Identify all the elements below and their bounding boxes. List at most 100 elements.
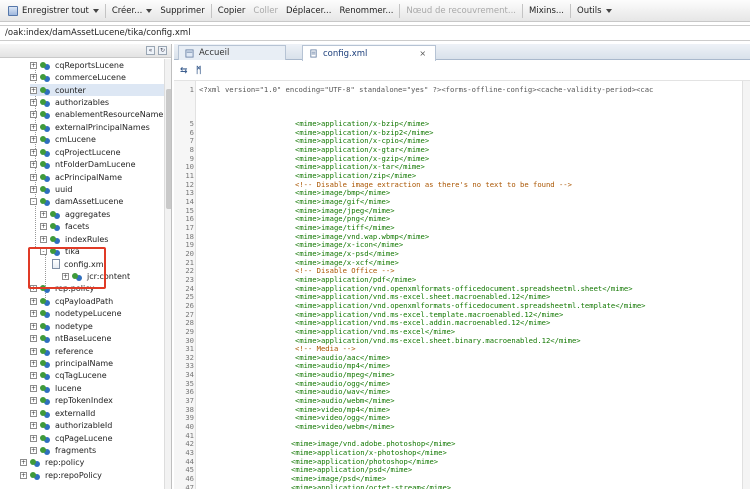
tree-node[interactable]: - damAssetLucene bbox=[30, 196, 123, 208]
tab-config-xml[interactable]: config.xml × bbox=[302, 45, 436, 61]
node-icon bbox=[40, 347, 51, 356]
editor-toolbar: ⇆ ᛗ bbox=[174, 61, 750, 81]
tree-node[interactable]: + uuid bbox=[30, 183, 72, 195]
collapse-icon[interactable]: - bbox=[30, 198, 37, 206]
tree-node[interactable]: + ntBaseLucene bbox=[30, 332, 111, 344]
expand-icon[interactable]: + bbox=[40, 235, 47, 243]
expand-icon[interactable]: + bbox=[30, 98, 37, 106]
collapse-tree-icon[interactable]: « bbox=[146, 46, 155, 55]
code-editor[interactable]: 1 <?xml version="1.0" encoding="UTF-8" st… bbox=[174, 81, 750, 489]
tree-node[interactable]: + cqProjectLucene bbox=[30, 146, 121, 158]
tree-node[interactable]: + acPrincipalName bbox=[30, 171, 122, 183]
expand-icon[interactable]: + bbox=[20, 459, 27, 467]
tree-node-label: repTokenIndex bbox=[55, 396, 113, 406]
expand-icon[interactable]: + bbox=[30, 136, 37, 144]
tree-node-label: cqProjectLucene bbox=[55, 147, 121, 157]
tree-node[interactable]: + cqPayloadPath bbox=[30, 295, 113, 307]
tree-node[interactable]: + lucene bbox=[30, 382, 82, 394]
tree-node[interactable]: + rep:policy bbox=[20, 457, 84, 469]
rename-button[interactable]: Renommer... bbox=[335, 2, 397, 20]
tree-scroll-thumb[interactable] bbox=[166, 89, 171, 209]
expand-icon[interactable]: + bbox=[30, 123, 37, 131]
expand-icon[interactable]: + bbox=[30, 384, 37, 392]
node-icon bbox=[40, 135, 51, 144]
expand-icon[interactable]: + bbox=[30, 434, 37, 442]
save-all-button[interactable]: Enregistrer tout bbox=[4, 2, 103, 20]
tree-node[interactable]: + fragments bbox=[30, 444, 96, 456]
node-icon bbox=[40, 61, 51, 70]
tree-node[interactable]: + ntFolderDamLucene bbox=[30, 158, 135, 170]
node-icon bbox=[40, 409, 51, 418]
close-icon[interactable]: × bbox=[419, 49, 426, 58]
copy-button[interactable]: Copier bbox=[214, 2, 250, 20]
tree-node-label: rep:policy bbox=[45, 458, 85, 468]
tree-node[interactable]: + externalId bbox=[30, 407, 95, 419]
tree-node[interactable]: + nodetype bbox=[30, 320, 93, 332]
expand-icon[interactable]: + bbox=[40, 223, 47, 231]
expand-icon[interactable]: + bbox=[30, 447, 37, 455]
line-number: 18 bbox=[185, 231, 194, 241]
tree-node[interactable]: + authorizables bbox=[30, 96, 109, 108]
expand-icon[interactable]: + bbox=[30, 185, 37, 193]
tree-node[interactable]: + facets bbox=[40, 221, 89, 233]
tree-node[interactable]: + repTokenIndex bbox=[30, 395, 113, 407]
tree-node[interactable]: + aggregates bbox=[40, 208, 110, 220]
expand-icon[interactable]: + bbox=[30, 372, 37, 380]
expand-icon[interactable]: + bbox=[30, 297, 37, 305]
editor-scrollbar[interactable] bbox=[742, 81, 750, 489]
delete-button[interactable]: Supprimer bbox=[156, 2, 208, 20]
tree-node[interactable]: + cmLucene bbox=[30, 134, 96, 146]
code-line: <!-- Disable image extraction as there's… bbox=[295, 179, 572, 189]
expand-icon[interactable]: + bbox=[30, 335, 37, 343]
expand-icon[interactable]: + bbox=[30, 397, 37, 405]
overlay-node-button[interactable]: Nœud de recouvrement... bbox=[402, 2, 520, 20]
code-line: <mime>application/vnd.ms-excel</mime> bbox=[295, 326, 456, 336]
find-icon[interactable]: ᛗ bbox=[196, 66, 206, 76]
expand-icon[interactable]: + bbox=[30, 61, 37, 69]
mixins-button[interactable]: Mixins... bbox=[525, 2, 568, 20]
expand-icon[interactable]: + bbox=[30, 86, 37, 94]
toggle-line-numbers-icon[interactable]: ⇆ bbox=[180, 66, 190, 76]
expand-icon[interactable]: + bbox=[20, 471, 27, 479]
tab-home[interactable]: Accueil bbox=[178, 45, 286, 60]
expand-icon[interactable]: + bbox=[30, 347, 37, 355]
expand-icon[interactable]: + bbox=[30, 409, 37, 417]
tree-node-label: aggregates bbox=[65, 209, 111, 219]
main-toolbar: Enregistrer tout Créer... Supprimer Copi… bbox=[0, 0, 750, 22]
refresh-tree-icon[interactable]: ↻ bbox=[158, 46, 167, 55]
tree-node[interactable]: + cqReportsLucene bbox=[30, 59, 124, 71]
expand-icon[interactable]: + bbox=[30, 173, 37, 181]
expand-icon[interactable]: + bbox=[30, 322, 37, 330]
code-line: <mime>application/x-cpio</mime> bbox=[295, 136, 430, 146]
tree-node[interactable]: + indexRules bbox=[40, 233, 108, 245]
node-icon bbox=[40, 359, 51, 368]
path-field[interactable]: /oak:index/damAssetLucene/tika/config.xm… bbox=[0, 25, 750, 41]
tree-node[interactable]: + reference bbox=[30, 345, 93, 357]
paste-button[interactable]: Coller bbox=[249, 2, 282, 20]
tree-node[interactable]: + commerceLucene bbox=[30, 71, 126, 83]
tree-node[interactable]: + externalPrincipalNames bbox=[30, 121, 150, 133]
tree-node[interactable]: + cqTagLucene bbox=[30, 370, 107, 382]
create-button[interactable]: Créer... bbox=[108, 2, 157, 20]
tree-node[interactable]: + nodetypeLucene bbox=[30, 308, 122, 320]
tree-node[interactable]: + rep:repoPolicy bbox=[20, 469, 102, 481]
tree-node[interactable]: + authorizableId bbox=[30, 419, 112, 431]
tree-node[interactable]: + counter bbox=[30, 83, 171, 97]
tools-button[interactable]: Outils bbox=[573, 2, 616, 20]
expand-icon[interactable]: + bbox=[30, 74, 37, 82]
tree-scrollbar[interactable] bbox=[164, 59, 171, 489]
line-number: 21 bbox=[185, 257, 194, 267]
expand-icon[interactable]: + bbox=[30, 422, 37, 430]
tree-node[interactable]: + principalName bbox=[30, 357, 113, 369]
expand-icon[interactable]: + bbox=[30, 310, 37, 318]
node-icon bbox=[40, 185, 51, 194]
expand-icon[interactable]: + bbox=[30, 161, 37, 169]
expand-icon[interactable]: + bbox=[30, 360, 37, 367]
tree-node[interactable]: + enablementResourceName bbox=[30, 109, 163, 121]
move-button[interactable]: Déplacer... bbox=[282, 2, 335, 20]
expand-icon[interactable]: + bbox=[30, 111, 37, 119]
expand-icon[interactable]: + bbox=[40, 210, 47, 218]
code-line: <mime>image/vnd.wap.wbmp</mime> bbox=[295, 231, 430, 241]
tree-node[interactable]: + cqPageLucene bbox=[30, 432, 113, 444]
expand-icon[interactable]: + bbox=[30, 148, 37, 156]
